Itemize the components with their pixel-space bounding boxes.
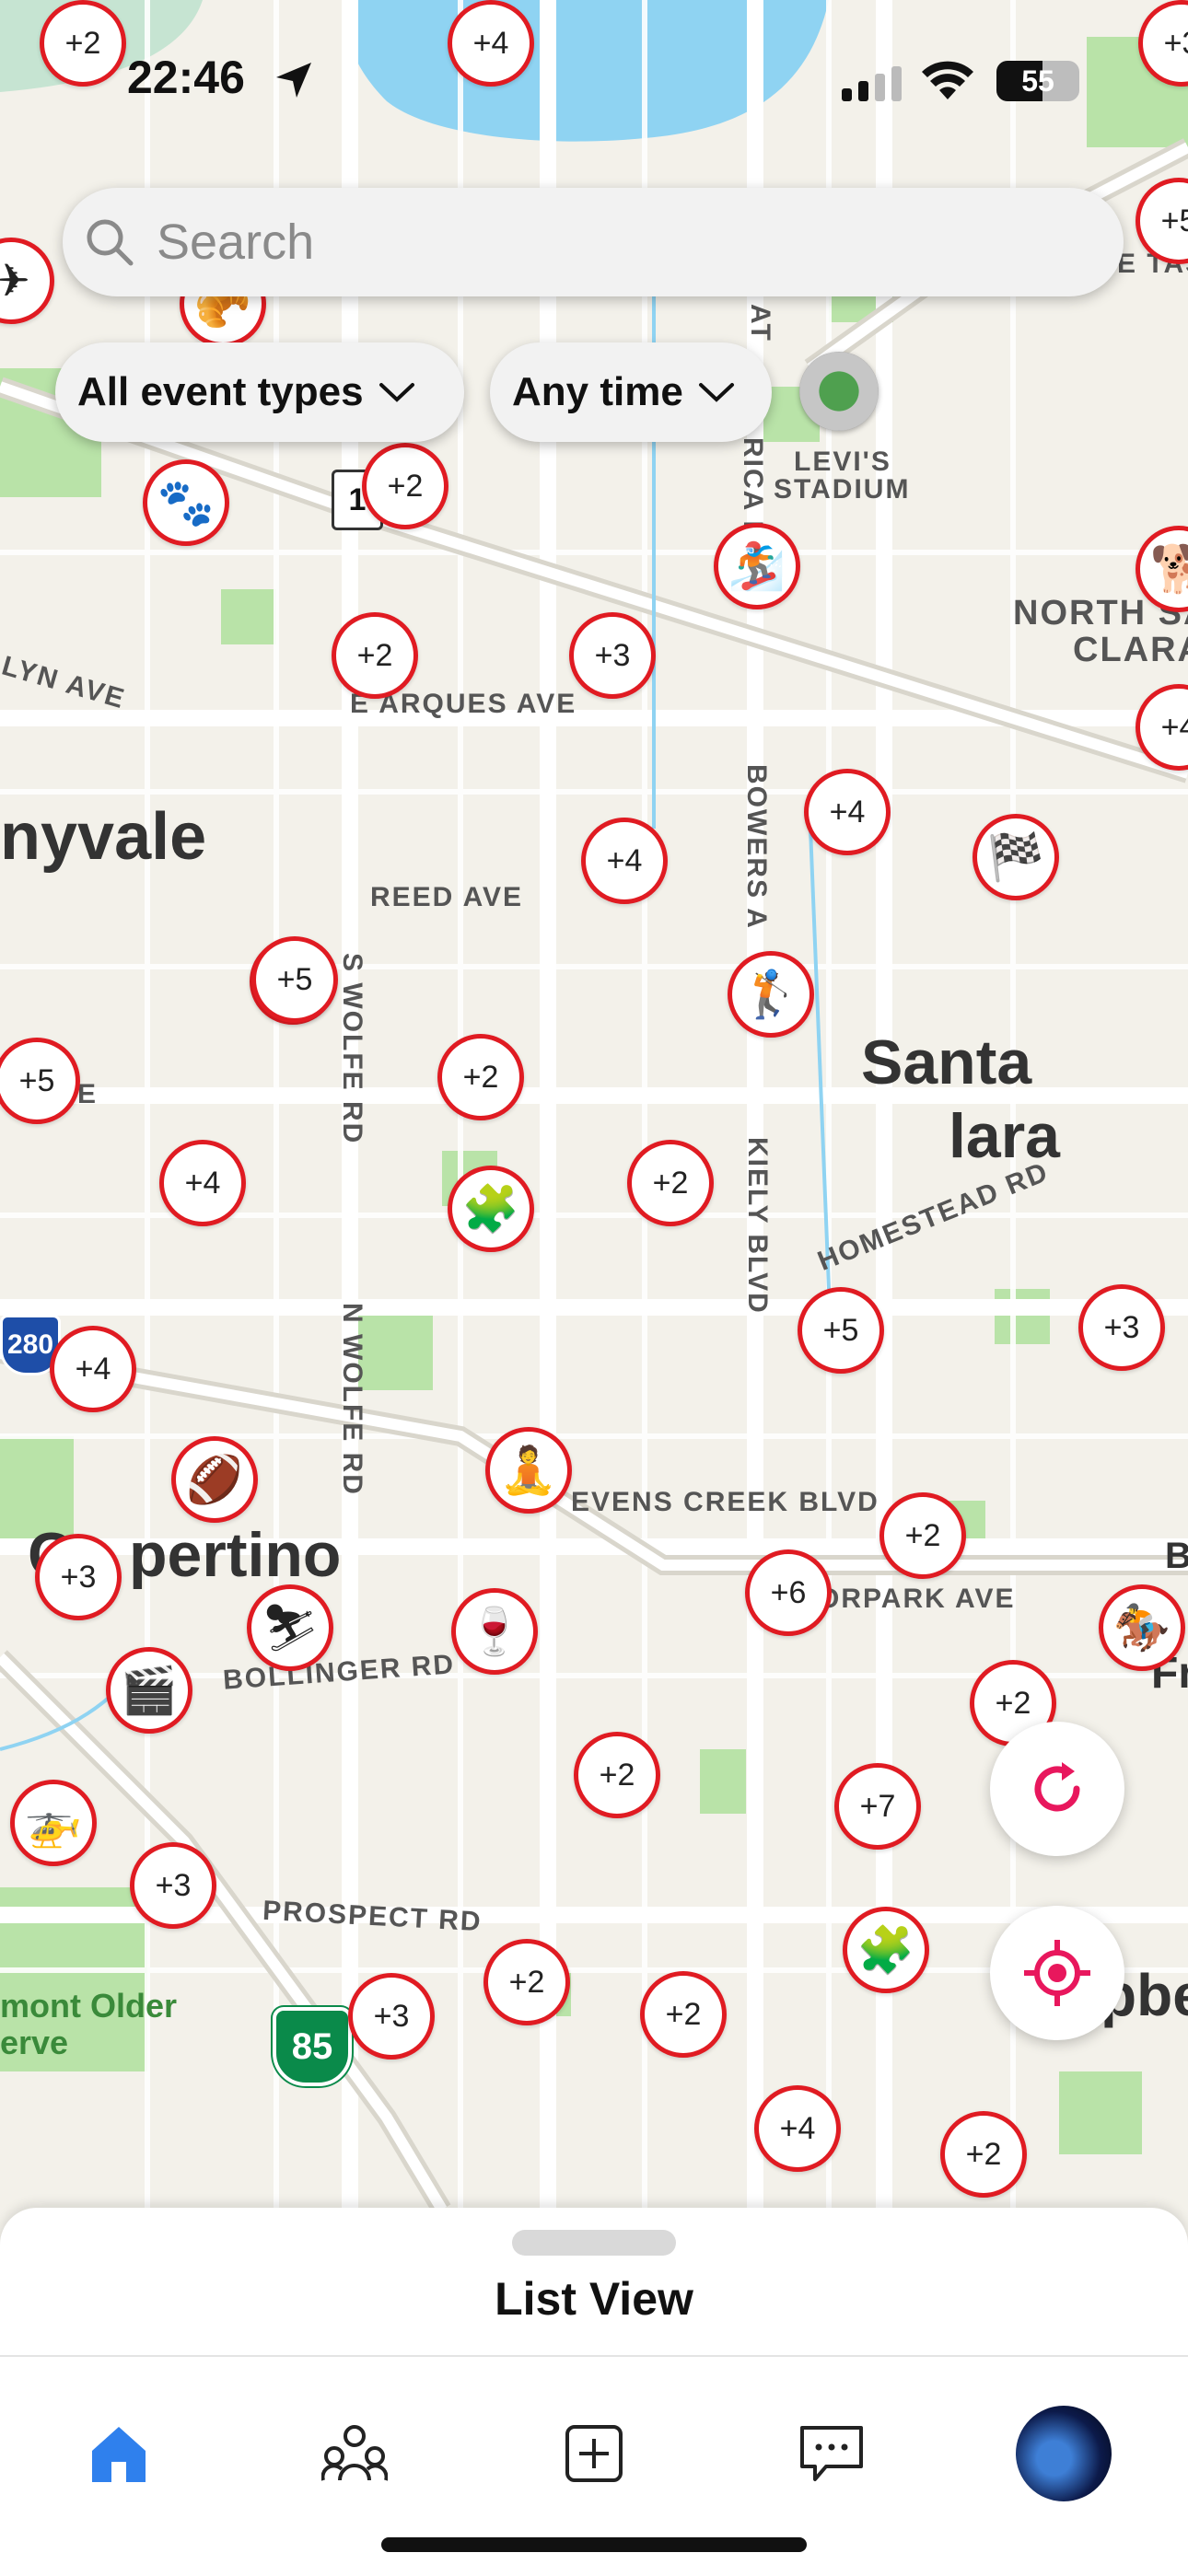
cluster-marker[interactable]: +5 [251,936,338,1023]
search-icon [87,219,134,266]
event-marker[interactable]: 🍷 [451,1588,538,1675]
locate-icon [1024,1940,1090,2006]
list-view-title: List View [495,2273,693,2325]
event-type-filter[interactable]: All event types [55,342,464,442]
list-view-sheet[interactable]: List View [0,2208,1188,2355]
message-icon [800,2426,863,2481]
map-label-erve: erve [0,2024,69,2061]
map-label-s-wolfe: S WOLFE RD [337,953,367,1145]
locate-me-button[interactable] [990,1906,1124,2040]
tab-create[interactable] [543,2403,645,2504]
time-filter[interactable]: Any time [490,342,772,442]
map-label-stevens-creek: EVENS CREEK BLVD [571,1487,879,1517]
event-marker[interactable]: 🎬 [106,1647,192,1734]
map-view[interactable]: E TAS AT RICA P LEVI'S STADIUM NORTH SA … [0,0,1188,2210]
event-marker[interactable]: 🧩 [448,1166,534,1252]
map-label-bowers: BOWERS A [741,764,772,930]
home-indicator [381,2537,807,2552]
event-marker[interactable]: ⛷ [247,1584,333,1671]
cellular-signal-icon [842,66,902,101]
map-label-mont-older: mont Older [0,1987,178,2025]
cluster-marker[interactable]: +4 [754,2085,841,2172]
wifi-icon [922,61,973,99]
time-filter-label: Any time [512,369,683,414]
map-label-stadium: STADIUM [774,474,911,505]
cluster-marker[interactable]: +4 [159,1140,246,1226]
tab-profile[interactable] [1013,2403,1114,2504]
highway-85-shield: 85 [273,2007,352,2086]
cluster-marker[interactable]: +2 [362,443,448,529]
refresh-button[interactable] [990,1722,1124,1856]
map-label-sunnyvale: nyvale [0,800,207,874]
add-icon [565,2425,623,2482]
cluster-marker[interactable]: +3 [1078,1284,1165,1371]
event-marker[interactable]: 🏈 [171,1436,258,1523]
location-arrow-icon [276,63,311,98]
event-marker[interactable]: 🏌 [728,951,814,1038]
map-label-reed-ave: REED AVE [370,882,524,912]
tab-home[interactable] [68,2403,169,2504]
cluster-marker[interactable]: +3 [348,1973,435,2060]
refresh-icon [1034,1762,1080,1812]
tab-groups[interactable] [304,2403,405,2504]
groups-icon [321,2425,388,2481]
event-marker[interactable]: 🧩 [843,1907,929,1993]
event-marker[interactable]: 🐾 [143,459,229,546]
chevron-down-icon [379,383,414,402]
event-marker[interactable]: 🧘 [485,1427,572,1514]
map-label-b-edge: B [1165,1536,1188,1576]
cluster-marker[interactable]: +6 [745,1549,832,1636]
map-label-cupertino: pertino [129,1520,342,1590]
cluster-marker[interactable]: +3 [569,612,656,699]
cluster-marker[interactable]: +2 [640,1971,727,2058]
cluster-marker[interactable]: +5 [798,1287,884,1374]
battery-level: 55 [1021,64,1054,98]
cluster-marker[interactable]: +2 [940,2111,1027,2198]
cluster-marker[interactable]: +4 [581,818,668,904]
cluster-marker[interactable]: +2 [627,1140,714,1226]
cluster-marker[interactable]: +4 [50,1326,136,1412]
map-label-moorpark: ORPARK AVE [818,1584,1016,1614]
sheet-grabber[interactable] [512,2230,676,2256]
cluster-marker[interactable]: +2 [483,1939,570,2025]
cluster-marker[interactable]: +2 [437,1034,524,1120]
cluster-marker[interactable]: +2 [879,1492,966,1579]
avatar [1016,2406,1112,2501]
cluster-marker[interactable]: +7 [834,1763,921,1850]
status-bar: 22:46 55 [0,0,1188,157]
chevron-down-icon [698,383,734,402]
event-marker[interactable]: 🏂 [714,523,800,609]
search-input[interactable]: Search [157,214,314,271]
cluster-marker[interactable]: +3 [35,1534,122,1620]
search-bar[interactable]: Search [63,188,1124,296]
map-label-levis: LEVI'S [794,447,891,477]
home-icon [92,2427,146,2482]
tab-messages[interactable] [781,2403,882,2504]
cluster-marker[interactable]: +4 [804,769,891,855]
cluster-marker[interactable]: +3 [130,1842,216,1929]
map-label-kiely: KIELY BLVD [742,1137,773,1315]
status-time: 22:46 [127,52,245,103]
map-label-at: AT [745,304,775,342]
cluster-marker[interactable]: +2 [574,1732,660,1818]
event-marker[interactable]: 🏁 [973,814,1059,900]
cluster-marker[interactable]: +2 [332,612,418,699]
map-label-n-wolfe: N WOLFE RD [337,1303,367,1496]
event-marker[interactable]: 🏇 [1099,1584,1185,1671]
battery-icon: 55 [996,61,1079,101]
stadium-icon[interactable] [799,352,879,431]
event-marker[interactable]: 🚁 [10,1780,97,1866]
event-type-filter-label: All event types [77,369,364,414]
map-label-santa: Santa [861,1027,1032,1097]
map-label-clara-north: CLARA [1073,631,1188,669]
